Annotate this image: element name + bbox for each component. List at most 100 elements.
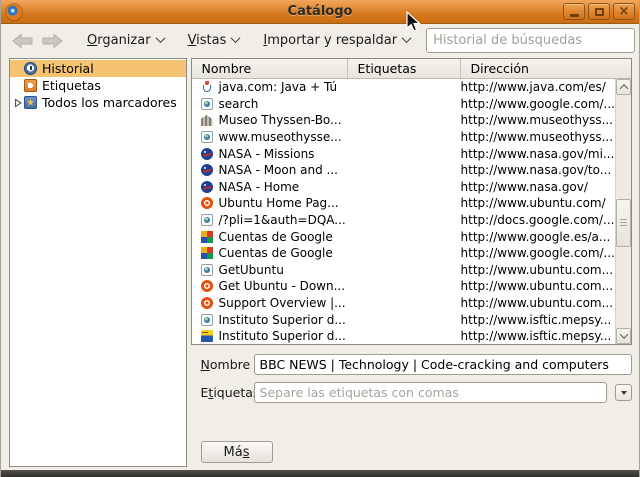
table-row[interactable]: search http://www.google.com/... [192,96,615,113]
importar-respaldar-menu[interactable]: Importar y respaldar [257,30,416,51]
row-url: http://www.nasa.gov/mi... [461,147,615,161]
vistas-menu[interactable]: Vistas [182,30,246,51]
maximize-button[interactable] [588,3,610,20]
table-row[interactable]: GetUbuntu http://www.ubuntu.com... [192,262,615,279]
row-url: http://www.java.com/es/ [461,80,615,94]
back-button[interactable] [9,30,35,52]
history-list-pane: Nombre Etiquetas Dirección java.com: Jav… [191,58,632,345]
row-url: http://www.nasa.gov/ [461,180,615,194]
importar-menu-label: Importar y respaldar [263,33,397,48]
row-url: http://www.google.es/a... [461,230,615,244]
bookmarks-folder-icon [24,96,37,109]
table-row[interactable]: Get Ubuntu - Down... http://www.ubuntu.c… [192,278,615,295]
google-favicon-icon [201,247,213,259]
row-url: http://www.google.com/... [461,246,615,260]
nasa-favicon-icon [201,164,213,176]
scroll-up-button[interactable] [616,79,631,95]
nasa-favicon-icon [201,148,213,160]
table-row[interactable]: Museo Thyssen-Bo... http://www.museothys… [192,112,615,129]
table-row[interactable]: Cuentas de Google http://www.google.com/… [192,245,615,262]
titlebar[interactable]: Catálogo × [1,0,639,24]
column-header-etiquetas[interactable]: Etiquetas [348,59,461,78]
table-header: Nombre Etiquetas Dirección [192,59,631,79]
chevron-down-icon [619,330,627,338]
forward-arrow-icon [42,33,63,49]
scroll-down-button[interactable] [616,328,631,344]
tags-folder-icon [24,79,37,92]
row-name: GetUbuntu [219,263,284,277]
forward-button[interactable] [39,30,65,52]
firefox-icon [6,4,22,20]
row-name: Get Ubuntu - Down... [219,279,346,293]
close-button[interactable]: × [613,3,635,20]
main-pane: Nombre Etiquetas Dirección java.com: Jav… [191,58,632,467]
organizar-menu[interactable]: Organizar [81,30,170,51]
row-name: NASA - Missions [219,147,315,161]
maximize-icon [595,8,604,16]
row-name: Ubuntu Home Pag... [219,196,339,210]
sidebar-list: Historial Etiquetas Todos los marcadores [10,60,186,111]
table-row[interactable]: Instituto Superior d... http://www.isfti… [192,328,615,344]
column-header-nombre[interactable]: Nombre [192,59,348,78]
tags-field[interactable] [254,382,607,403]
scrollbar-thumb[interactable] [616,199,631,247]
table-row[interactable]: NASA - Missions http://www.nasa.gov/mi..… [192,145,615,162]
toolbar: Organizar Vistas Importar y respaldar [1,24,639,57]
table-row[interactable]: Instituto Superior d... http://www.isfti… [192,311,615,328]
google-favicon-icon [201,231,213,243]
table-row[interactable]: NASA - Moon and ... http://www.nasa.gov/… [192,162,615,179]
table-row[interactable]: www.museothysse... http://www.museothyss… [192,129,615,146]
vertical-scrollbar[interactable] [615,79,631,344]
table-row[interactable]: /?pli=1&auth=DQA... http://docs.google.c… [192,212,615,229]
history-rows: java.com: Java + Tú http://www.java.com/… [192,79,615,344]
table-row[interactable]: Support Overview |... http://www.ubuntu.… [192,295,615,312]
default-favicon-icon [201,314,213,326]
sidebar-item-historial[interactable]: Historial [10,60,186,77]
default-favicon-icon [201,214,213,226]
name-field[interactable] [254,354,632,375]
row-name: Support Overview |... [219,296,346,310]
name-field-label: Nombre [201,357,254,372]
ubuntu-favicon-icon [201,197,213,209]
chevron-down-icon [155,33,165,43]
minimize-icon [570,14,579,17]
row-name: java.com: Java + Tú [219,80,338,94]
row-name: search [219,97,259,111]
tags-dropdown-button[interactable] [615,384,632,401]
sidebar-item-label: Etiquetas [42,78,101,93]
sidebar-item-etiquetas[interactable]: Etiquetas [10,77,186,94]
dropdown-arrow-icon [621,391,627,395]
table-row[interactable]: NASA - Home http://www.nasa.gov/ [192,179,615,196]
table-row[interactable]: Ubuntu Home Pag... http://www.ubuntu.com… [192,195,615,212]
row-name: www.museothysse... [219,130,342,144]
row-url: http://www.nasa.gov/to... [461,163,615,177]
default-favicon-icon [201,98,213,110]
column-header-direccion[interactable]: Dirección [461,59,631,78]
row-url: http://www.isftic.mepsy... [461,329,615,343]
expander-triangle-icon[interactable] [13,98,23,108]
minimize-button[interactable] [563,3,585,20]
chevron-up-icon [619,84,627,92]
row-url: http://www.google.com/... [461,97,615,111]
row-url: http://www.ubuntu.com... [461,279,615,293]
table-row[interactable]: Cuentas de Google http://www.google.es/a… [192,228,615,245]
sidebar-item-label: Todos los marcadores [42,95,177,110]
history-clock-icon [24,62,37,75]
more-button-label: Más [224,445,250,460]
scrollbar-track[interactable] [616,95,631,328]
row-url: http://docs.google.com/... [461,213,615,227]
row-name: Instituto Superior d... [219,313,346,327]
organizar-menu-label: Organizar [87,33,151,48]
table-row[interactable]: java.com: Java + Tú http://www.java.com/… [192,79,615,96]
details-pane: Nombre Etiquetas: Más [191,345,632,467]
row-url: http://www.ubuntu.com/ [461,196,615,210]
search-input[interactable] [426,28,635,53]
more-button[interactable]: Más [201,441,273,463]
window-title: Catálogo [1,4,639,19]
sidebar-item-todos-los-marcadores[interactable]: Todos los marcadores [10,94,186,111]
row-name: NASA - Home [219,180,300,194]
row-name: /?pli=1&auth=DQA... [219,213,346,227]
row-url: http://www.museothyss... [461,130,615,144]
close-icon: × [619,5,630,18]
window-bottom-edge [1,470,639,477]
